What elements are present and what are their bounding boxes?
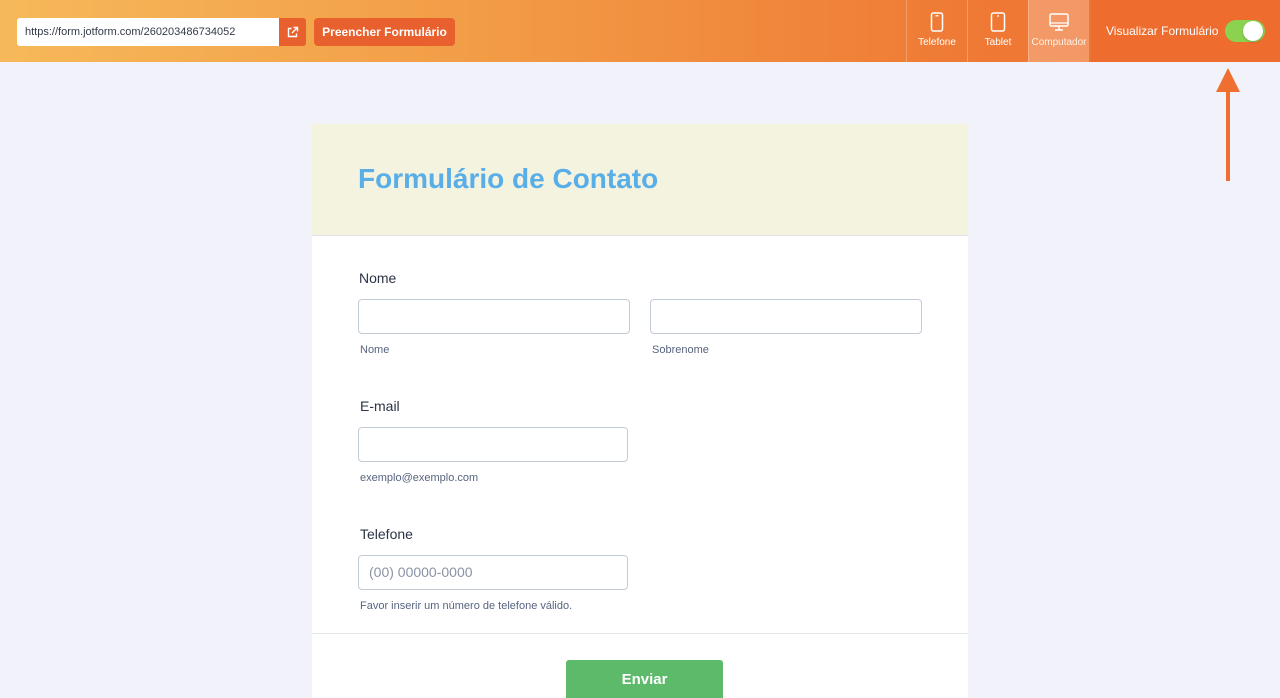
preview-form-label: Visualizar Formulário (1106, 24, 1219, 38)
first-name-sublabel: Nome (360, 344, 390, 356)
device-desktop-button[interactable]: Computador (1028, 0, 1089, 62)
preview-form-toggle[interactable] (1225, 20, 1265, 42)
device-phone-label: Telefone (918, 37, 956, 48)
toggle-knob (1243, 21, 1263, 41)
name-field-label: Nome (359, 270, 397, 286)
desktop-icon (1049, 13, 1069, 31)
phone-input[interactable]: (00) 00000-0000 (358, 555, 628, 590)
device-desktop-label: Computador (1031, 37, 1087, 48)
device-tablet-label: Tablet (984, 37, 1012, 48)
email-input[interactable] (358, 427, 628, 462)
preview-toggle-area: Visualizar Formulário (1091, 0, 1280, 62)
phone-sublabel: Favor inserir um número de telefone váli… (360, 600, 573, 612)
top-toolbar: https://form.jotform.com/260203486734052… (0, 0, 1280, 62)
last-name-sublabel: Sobrenome (652, 344, 709, 356)
device-tablet-button[interactable]: Tablet (967, 0, 1028, 62)
fill-form-button[interactable]: Preencher Formulário (314, 18, 455, 46)
tablet-icon (990, 12, 1006, 32)
form-url-field[interactable]: https://form.jotform.com/260203486734052 (17, 18, 279, 46)
email-sublabel: exemplo@exemplo.com (360, 472, 479, 484)
first-name-input[interactable] (358, 299, 630, 334)
device-phone-button[interactable]: Telefone (906, 0, 967, 62)
submit-button[interactable]: Enviar (566, 660, 723, 698)
device-switcher: Telefone Tablet Computador (906, 0, 1089, 62)
external-link-icon (287, 26, 299, 37)
form-divider (312, 633, 968, 634)
last-name-input[interactable] (650, 299, 922, 334)
email-field-label: E-mail (360, 398, 400, 414)
phone-icon (930, 12, 944, 32)
form-card: Formulário de Contato Nome Nome Sobrenom… (312, 124, 968, 698)
phone-field-label: Telefone (360, 526, 413, 542)
open-link-button[interactable] (279, 18, 306, 46)
arrow-up-icon (1216, 68, 1240, 181)
form-title: Formulário de Contato (358, 163, 659, 194)
form-header: Formulário de Contato (312, 124, 968, 236)
